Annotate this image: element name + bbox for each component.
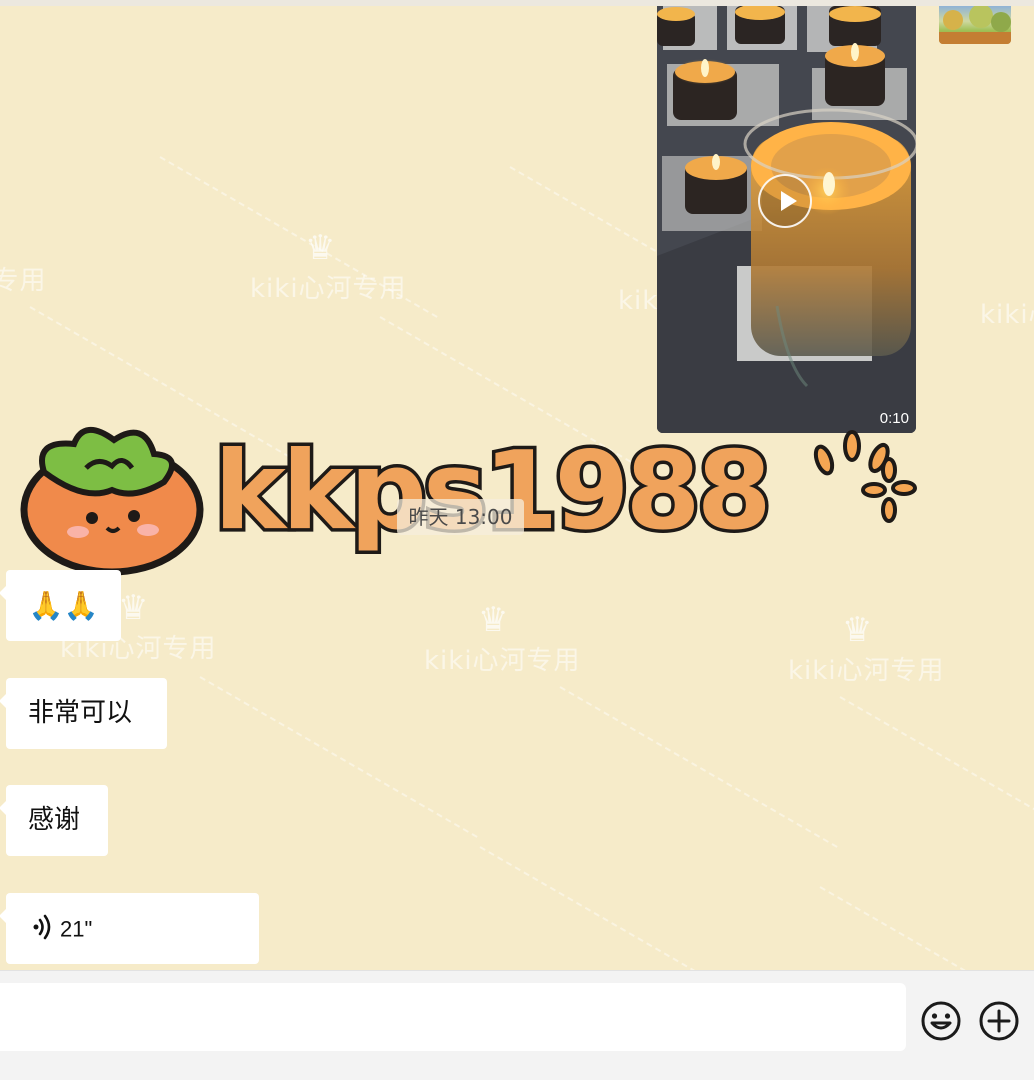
watermark-crown-icon: ♛: [118, 588, 149, 628]
message-bubble-emoji[interactable]: 🙏🙏: [0, 570, 121, 641]
watermark-crown-icon: ♛: [478, 600, 509, 640]
voice-duration: 21": [60, 916, 93, 942]
sparkle-decoration-icon: [813, 430, 917, 523]
plus-circle-icon[interactable]: [978, 1000, 1020, 1042]
watermark-line: [559, 686, 838, 848]
watermark-text: kiki心河专用: [788, 656, 945, 686]
watermark-text: kiki心河专用: [424, 646, 581, 676]
message-timestamp: 昨天 13:00: [397, 499, 524, 535]
emoji-face-icon[interactable]: [920, 1000, 962, 1042]
watermark-line: [479, 846, 758, 970]
message-bubble-text[interactable]: 非常可以: [0, 678, 167, 749]
voice-message-bubble[interactable]: 21": [0, 893, 259, 964]
persimmon-mascot-icon: [20, 427, 204, 576]
video-message[interactable]: 0:10: [657, 6, 916, 433]
play-icon[interactable]: [758, 174, 812, 228]
chat-message-area[interactable]: ♛ kiki心河专用 kiki心河专用 kiki心河专用 kiki心河专用 ♛ …: [0, 6, 1034, 970]
watermark-text: kiki心河专用: [0, 266, 47, 296]
watermark-line: [839, 696, 1034, 858]
sticker-image[interactable]: kkps1988: [14, 410, 934, 580]
watermark-line: [819, 886, 1034, 970]
avatar-image: [939, 6, 1011, 44]
sender-avatar[interactable]: [939, 6, 1011, 44]
watermark-crown-icon: ♛: [842, 610, 873, 650]
chat-input-bar: [0, 970, 1034, 1080]
watermark-line: [199, 676, 478, 838]
message-input[interactable]: [0, 983, 906, 1051]
watermark-text: kiki心河专用: [980, 300, 1034, 330]
message-bubble-text[interactable]: 感谢: [0, 785, 108, 856]
voice-wave-icon: [33, 914, 51, 940]
